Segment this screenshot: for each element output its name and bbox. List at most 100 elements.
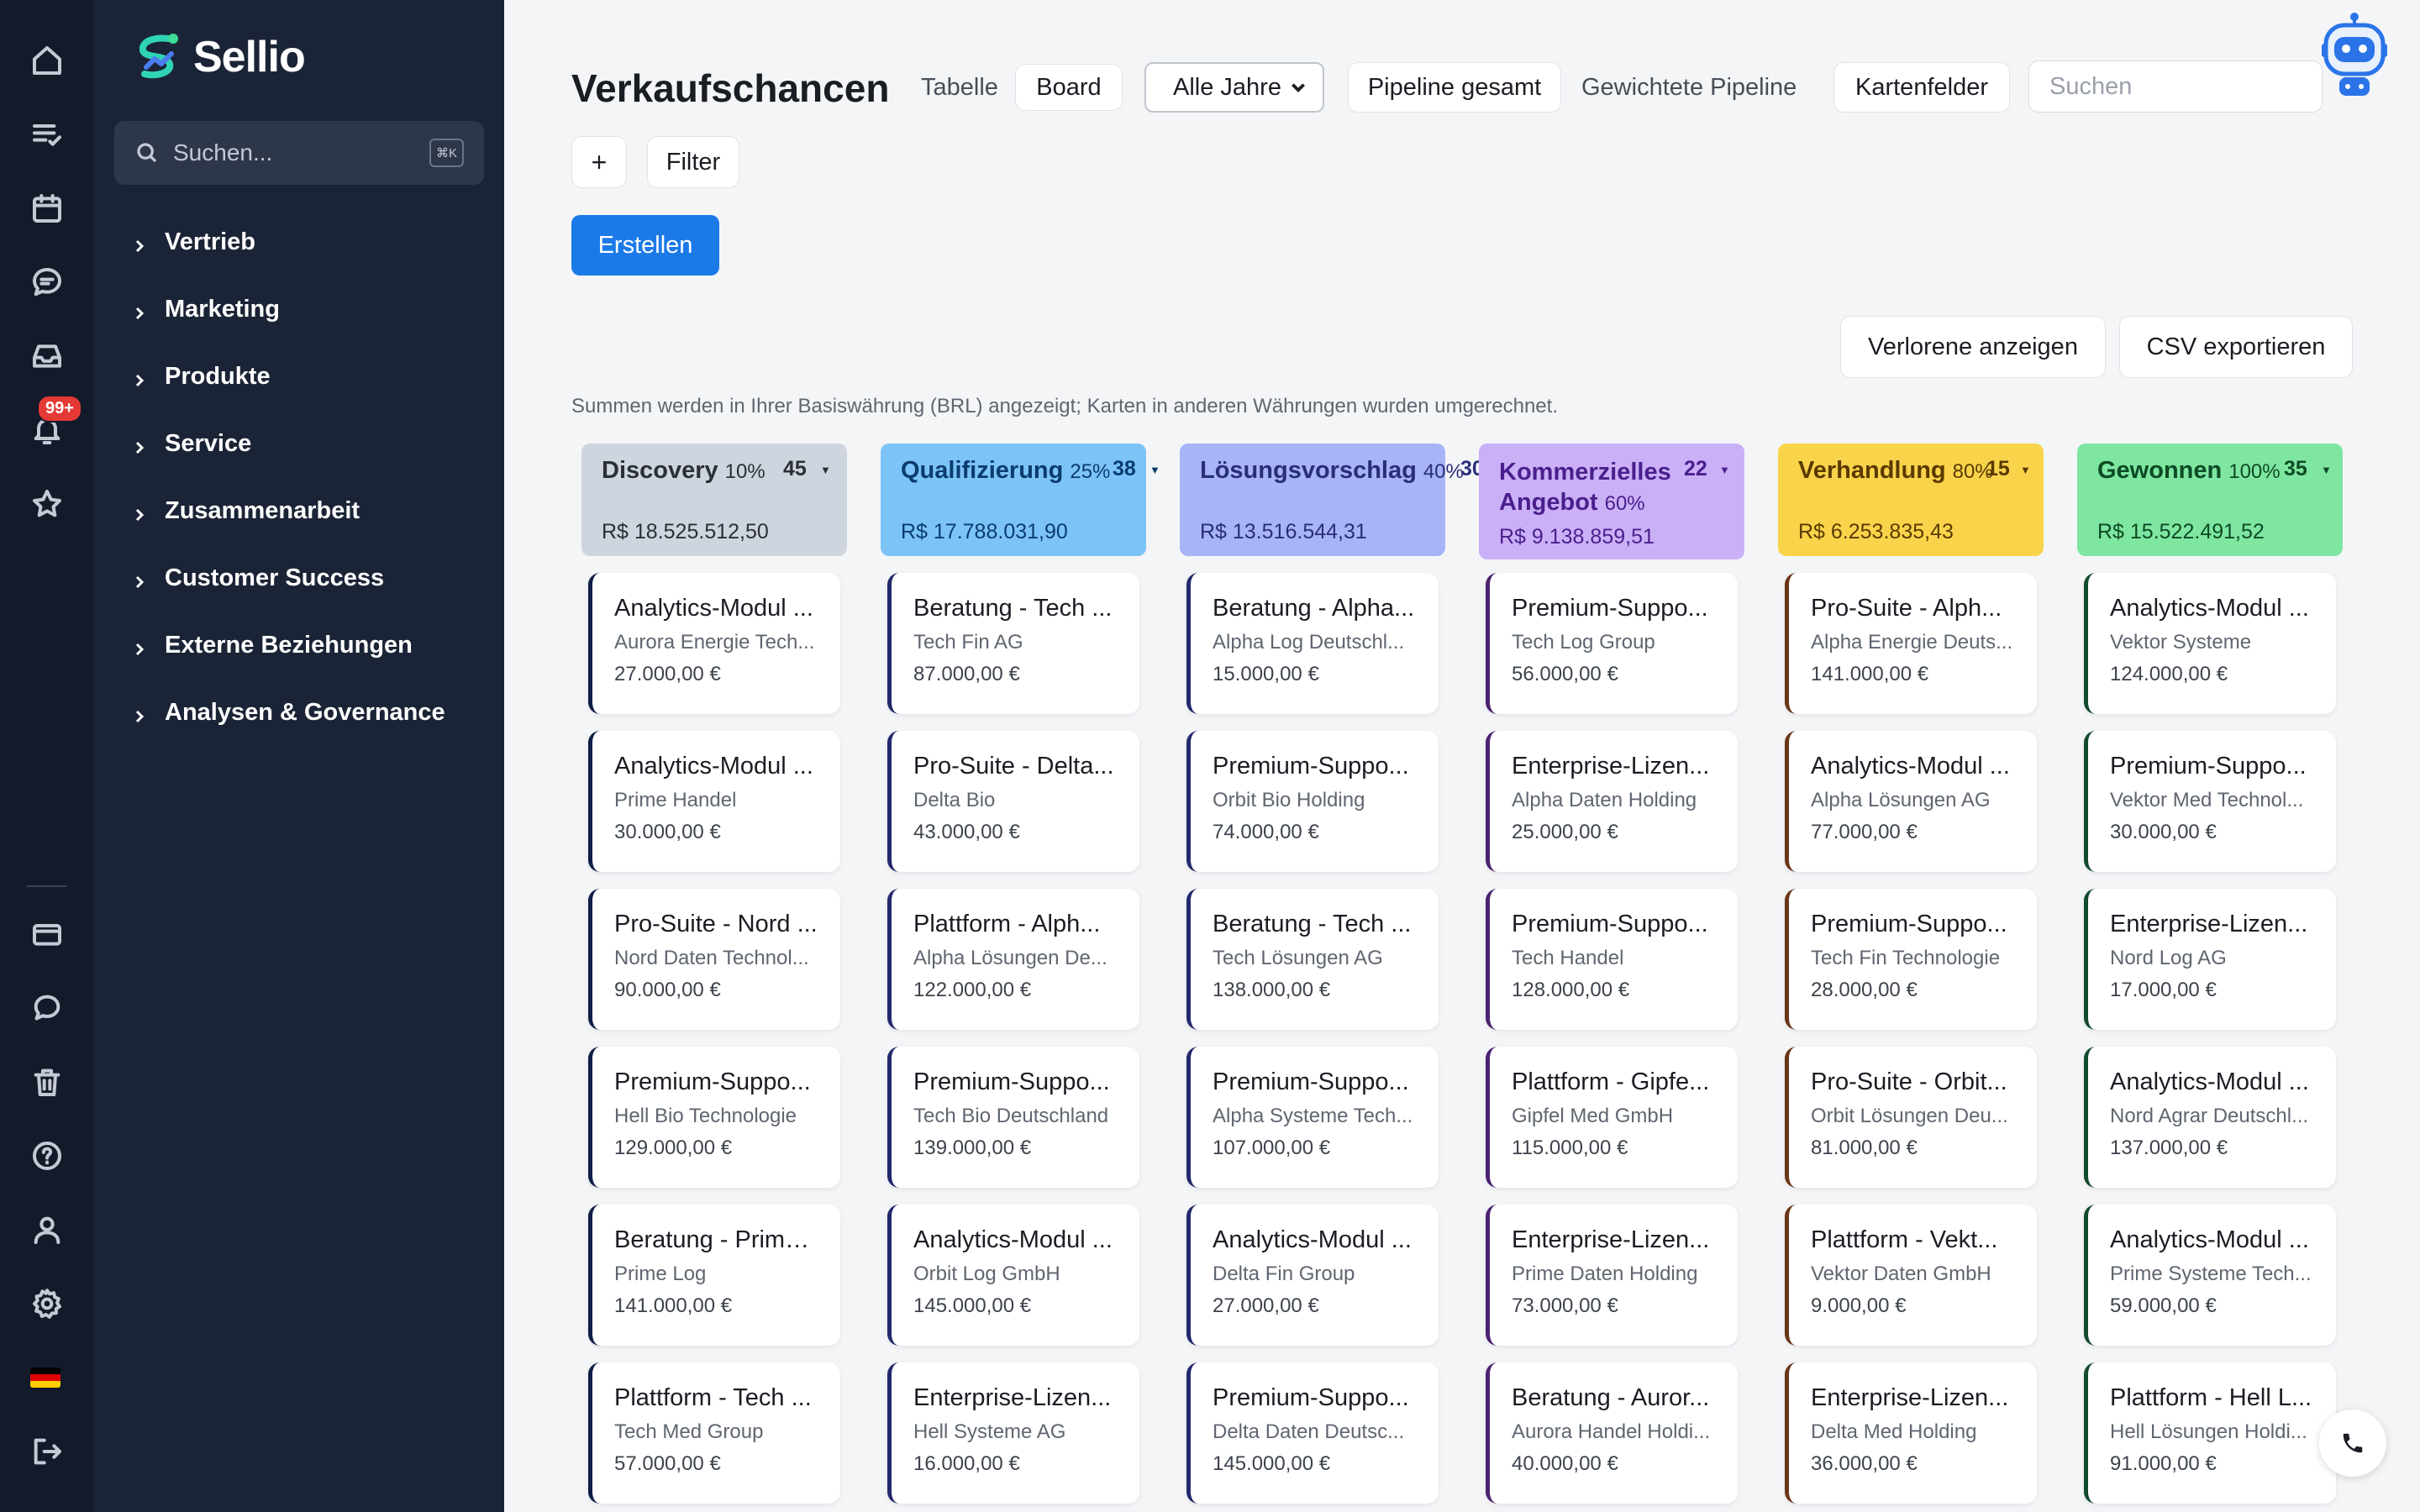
logo[interactable]: Sellio <box>131 30 306 84</box>
card-icon[interactable] <box>24 911 71 958</box>
user-icon[interactable] <box>24 1206 71 1253</box>
flag-de-icon[interactable] <box>30 1368 60 1388</box>
deal-card[interactable]: Enterprise-Lizen... Delta Med Holding 36… <box>1785 1362 2037 1504</box>
column-header[interactable]: Discovery 10% 45 ▼ R$ 18.525.512,50 <box>581 444 847 556</box>
home-icon[interactable] <box>24 37 71 84</box>
card-fields-button[interactable]: Kartenfelder <box>1833 62 2010 113</box>
pipeline-total-toggle[interactable]: Pipeline gesamt <box>1348 62 1561 113</box>
deal-amount: 16.000,00 € <box>913 1452 1020 1475</box>
star-icon[interactable] <box>24 480 71 528</box>
column-header[interactable]: Gewonnen 100% 35 ▼ R$ 15.522.491,52 <box>2077 444 2343 556</box>
sidebar-item-marketing[interactable]: Marketing <box>131 276 445 343</box>
help-icon[interactable] <box>24 1132 71 1179</box>
tasks-icon[interactable] <box>24 111 71 158</box>
column-title: Verhandlung <box>1798 457 1946 484</box>
deal-card[interactable]: Premium-Suppo... Tech Log Group 56.000,0… <box>1486 573 1738 714</box>
sidebar-search[interactable]: Suchen... ⌘K <box>114 121 484 185</box>
deal-card[interactable]: Premium-Suppo... Vektor Med Technol... 3… <box>2084 731 2336 872</box>
show-lost-button[interactable]: Verlorene anzeigen <box>1840 316 2106 378</box>
assistant-bot-icon[interactable] <box>2319 12 2390 99</box>
deal-card[interactable]: Beratung - Alpha... Alpha Log Deutschl..… <box>1186 573 1439 714</box>
deal-card[interactable]: Analytics-Modul ... Vektor Systeme 124.0… <box>2084 573 2336 714</box>
sidebar-item-vertrieb[interactable]: Vertrieb <box>131 208 445 276</box>
deal-card[interactable]: Plattform - Hell L... Hell Lösungen Hold… <box>2084 1362 2336 1504</box>
deal-card[interactable]: Premium-Suppo... Alpha Systeme Tech... 1… <box>1186 1047 1439 1188</box>
deal-amount: 25.000,00 € <box>1512 821 1618 843</box>
column-header[interactable]: Verhandlung 80% 15 ▼ R$ 6.253.835,43 <box>1778 444 2044 556</box>
deal-title: Beratung - Prime... <box>614 1226 818 1253</box>
calendar-icon[interactable] <box>24 185 71 232</box>
deal-card[interactable]: Analytics-Modul ... Prime Handel 30.000,… <box>588 731 840 872</box>
deal-company: Alpha Energie Deuts... <box>1811 631 2013 654</box>
deal-card[interactable]: Premium-Suppo... Hell Bio Technologie 12… <box>588 1047 840 1188</box>
trash-icon[interactable] <box>24 1058 71 1105</box>
deal-title: Plattform - Hell L... <box>2110 1384 2312 1411</box>
phone-call-button[interactable] <box>2319 1410 2386 1477</box>
caret-down-icon[interactable]: ▼ <box>1150 464 1160 476</box>
deal-card[interactable]: Enterprise-Lizen... Prime Daten Holding … <box>1486 1205 1738 1346</box>
sidebar-item-label: Analysen & Governance <box>165 698 445 726</box>
deal-title: Pro-Suite - Delta... <box>913 753 1114 780</box>
deal-card[interactable]: Beratung - Tech ... Tech Lösungen AG 138… <box>1186 889 1439 1030</box>
deal-card[interactable]: Premium-Suppo... Orbit Bio Holding 74.00… <box>1186 731 1439 872</box>
deal-card[interactable]: Premium-Suppo... Tech Handel 128.000,00 … <box>1486 889 1738 1030</box>
deal-card[interactable]: Analytics-Modul ... Prime Systeme Tech..… <box>2084 1205 2336 1346</box>
deal-amount: 128.000,00 € <box>1512 979 1630 1001</box>
deal-card[interactable]: Pro-Suite - Delta... Delta Bio 43.000,00… <box>887 731 1139 872</box>
column-header[interactable]: Qualifizierung 25% 38 ▼ R$ 17.788.031,90 <box>881 444 1160 556</box>
deal-card[interactable]: Plattform - Alph... Alpha Lösungen De...… <box>887 889 1139 1030</box>
year-select[interactable]: Alle Jahre <box>1144 62 1324 113</box>
deal-card[interactable]: Enterprise-Lizen... Alpha Daten Holding … <box>1486 731 1738 872</box>
tab-tabelle[interactable]: Tabelle <box>921 74 998 102</box>
card-list: Pro-Suite - Alph... Alpha Energie Deuts.… <box>1785 573 2044 1504</box>
inbox-icon[interactable] <box>24 333 71 380</box>
deal-card[interactable]: Plattform - Vekt... Vektor Daten GmbH 9.… <box>1785 1205 2037 1346</box>
card-list: Analytics-Modul ... Vektor Systeme 124.0… <box>2084 573 2343 1504</box>
deal-card[interactable]: Analytics-Modul ... Nord Agrar Deutschl.… <box>2084 1047 2336 1188</box>
deal-card[interactable]: Pro-Suite - Nord ... Nord Daten Technol.… <box>588 889 840 1030</box>
create-button[interactable]: Erstellen <box>571 215 719 276</box>
comment-icon[interactable] <box>24 984 71 1032</box>
deal-card[interactable]: Enterprise-Lizen... Nord Log AG 17.000,0… <box>2084 889 2336 1030</box>
export-csv-button[interactable]: CSV exportieren <box>2119 316 2353 378</box>
deal-title: Premium-Suppo... <box>1213 753 1409 780</box>
deal-card[interactable]: Analytics-Modul ... Orbit Log GmbH 145.0… <box>887 1205 1139 1346</box>
filter-button[interactable]: Filter <box>647 136 739 188</box>
deal-card[interactable]: Pro-Suite - Alph... Alpha Energie Deuts.… <box>1785 573 2037 714</box>
sidebar-item-produkte[interactable]: Produkte <box>131 343 445 410</box>
sidebar-item-analysen-governance[interactable]: Analysen & Governance <box>131 679 445 746</box>
caret-down-icon[interactable]: ▼ <box>2321 464 2332 476</box>
caret-down-icon[interactable]: ▼ <box>1719 464 1730 476</box>
rail-divider <box>27 885 67 887</box>
deal-card[interactable]: Analytics-Modul ... Alpha Lösungen AG 77… <box>1785 731 2037 872</box>
sidebar-item-zusammenarbeit[interactable]: Zusammenarbeit <box>131 477 445 544</box>
column-header[interactable]: Lösungsvorschlag 40% 30 R$ 13.516.544,31 <box>1180 444 1484 556</box>
pipeline-weighted-toggle[interactable]: Gewichtete Pipeline <box>1581 74 1797 102</box>
deal-card[interactable]: Plattform - Gipfe... Gipfel Med GmbH 115… <box>1486 1047 1738 1188</box>
chat-icon[interactable] <box>24 259 71 306</box>
add-button[interactable]: + <box>571 136 627 188</box>
deal-card[interactable]: Beratung - Auror... Aurora Handel Holdi.… <box>1486 1362 1738 1504</box>
settings-icon[interactable] <box>24 1280 71 1327</box>
deal-card[interactable]: Enterprise-Lizen... Hell Systeme AG 16.0… <box>887 1362 1139 1504</box>
sidebar-item-service[interactable]: Service <box>131 410 445 477</box>
deal-card[interactable]: Pro-Suite - Orbit... Orbit Lösungen Deu.… <box>1785 1047 2037 1188</box>
search-input[interactable] <box>2028 60 2323 113</box>
deal-card[interactable]: Beratung - Tech ... Tech Fin AG 87.000,0… <box>887 573 1139 714</box>
sidebar: Sellio Suchen... ⌘K Vertrieb Marketing P… <box>94 0 504 1512</box>
tab-board[interactable]: Board <box>1015 64 1123 111</box>
deal-card[interactable]: Premium-Suppo... Tech Fin Technologie 28… <box>1785 889 2037 1030</box>
caret-down-icon[interactable]: ▼ <box>820 464 831 476</box>
caret-down-icon[interactable]: ▼ <box>2020 464 2031 476</box>
column-header[interactable]: Kommerzielles Angebot 60% 22 ▼ R$ 9.138.8… <box>1479 444 1744 559</box>
sidebar-item-externe-beziehungen[interactable]: Externe Beziehungen <box>131 612 445 679</box>
column-count: 15 <box>1986 457 2010 480</box>
sidebar-item-customer-success[interactable]: Customer Success <box>131 544 445 612</box>
deal-card[interactable]: Beratung - Prime... Prime Log 141.000,00… <box>588 1205 840 1346</box>
deal-card[interactable]: Premium-Suppo... Tech Bio Deutschland 13… <box>887 1047 1139 1188</box>
deal-card[interactable]: Premium-Suppo... Delta Daten Deutsc... 1… <box>1186 1362 1439 1504</box>
logout-icon[interactable] <box>24 1428 71 1475</box>
deal-card[interactable]: Analytics-Modul ... Delta Fin Group 27.0… <box>1186 1205 1439 1346</box>
deal-card[interactable]: Analytics-Modul ... Aurora Energie Tech.… <box>588 573 840 714</box>
deal-card[interactable]: Plattform - Tech ... Tech Med Group 57.0… <box>588 1362 840 1504</box>
